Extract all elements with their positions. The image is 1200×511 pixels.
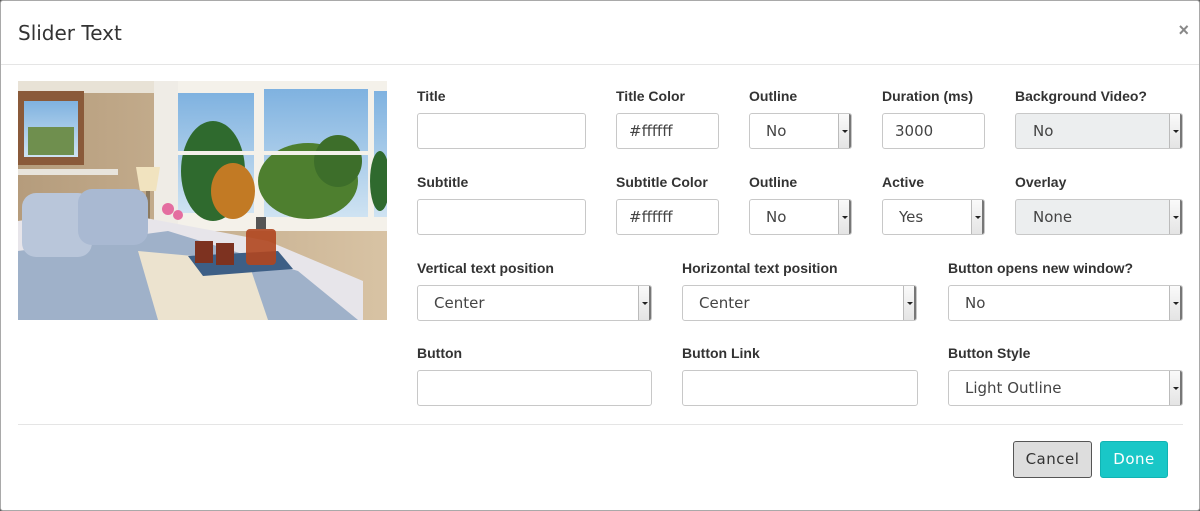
horizontal-position-select[interactable]: Center (682, 285, 917, 321)
chevron-down-icon (1169, 200, 1182, 234)
vertical-position-label: Vertical text position (417, 260, 554, 276)
new-window-value: No (965, 294, 986, 312)
title-label: Title (417, 88, 446, 104)
chevron-down-icon (638, 286, 651, 320)
button-text-input[interactable] (417, 370, 652, 406)
overlay-value: None (1033, 208, 1073, 226)
dialog-header: Slider Text × (1, 1, 1199, 65)
subtitle-outline-label: Outline (749, 174, 798, 190)
title-outline-value: No (766, 122, 787, 140)
chevron-down-icon (838, 114, 851, 148)
close-icon[interactable]: × (1178, 21, 1189, 39)
chevron-down-icon (1169, 286, 1182, 320)
chevron-down-icon (971, 200, 984, 234)
chevron-down-icon (1169, 371, 1182, 405)
new-window-label: Button opens new window? (948, 260, 1134, 276)
button-style-label: Button Style (948, 345, 1031, 361)
subtitle-color-input[interactable]: #ffffff (616, 199, 719, 235)
title-input[interactable] (417, 113, 586, 149)
overlay-select[interactable]: None (1015, 199, 1183, 235)
button-style-value: Light Outline (965, 379, 1062, 397)
background-video-select[interactable]: No (1015, 113, 1183, 149)
background-video-value: No (1033, 122, 1054, 140)
subtitle-outline-value: No (766, 208, 787, 226)
bedroom-photo (18, 81, 387, 320)
vertical-position-value: Center (434, 294, 485, 312)
active-label: Active (882, 174, 925, 190)
background-video-label: Background Video? (1015, 88, 1147, 104)
duration-input[interactable]: 3000 (882, 113, 985, 149)
overlay-label: Overlay (1015, 174, 1067, 190)
subtitle-outline-select[interactable]: No (749, 199, 852, 235)
active-select[interactable]: Yes (882, 199, 985, 235)
active-value: Yes (899, 208, 924, 226)
new-window-select[interactable]: No (948, 285, 1183, 321)
cancel-button[interactable]: Cancel (1013, 441, 1092, 478)
button-link-input[interactable] (682, 370, 918, 406)
chevron-down-icon (903, 286, 916, 320)
title-color-input[interactable]: #ffffff (616, 113, 719, 149)
button-link-label: Button Link (682, 345, 760, 361)
footer-divider (18, 424, 1183, 425)
title-outline-label: Outline (749, 88, 798, 104)
button-style-select[interactable]: Light Outline (948, 370, 1183, 406)
button-label: Button (417, 345, 463, 361)
duration-label: Duration (ms) (882, 88, 973, 104)
chevron-down-icon (838, 200, 851, 234)
done-button[interactable]: Done (1100, 441, 1168, 478)
horizontal-position-value: Center (699, 294, 750, 312)
slide-preview-image (18, 81, 387, 320)
vertical-position-select[interactable]: Center (417, 285, 652, 321)
subtitle-color-label: Subtitle Color (616, 174, 708, 190)
chevron-down-icon (1169, 114, 1182, 148)
title-color-label: Title Color (616, 88, 685, 104)
horizontal-position-label: Horizontal text position (682, 260, 838, 276)
dialog-title: Slider Text (18, 21, 122, 45)
slider-text-dialog: Slider Text × Title Title Color #ffffff … (0, 0, 1200, 511)
subtitle-input[interactable] (417, 199, 586, 235)
title-outline-select[interactable]: No (749, 113, 852, 149)
subtitle-label: Subtitle (417, 174, 469, 190)
